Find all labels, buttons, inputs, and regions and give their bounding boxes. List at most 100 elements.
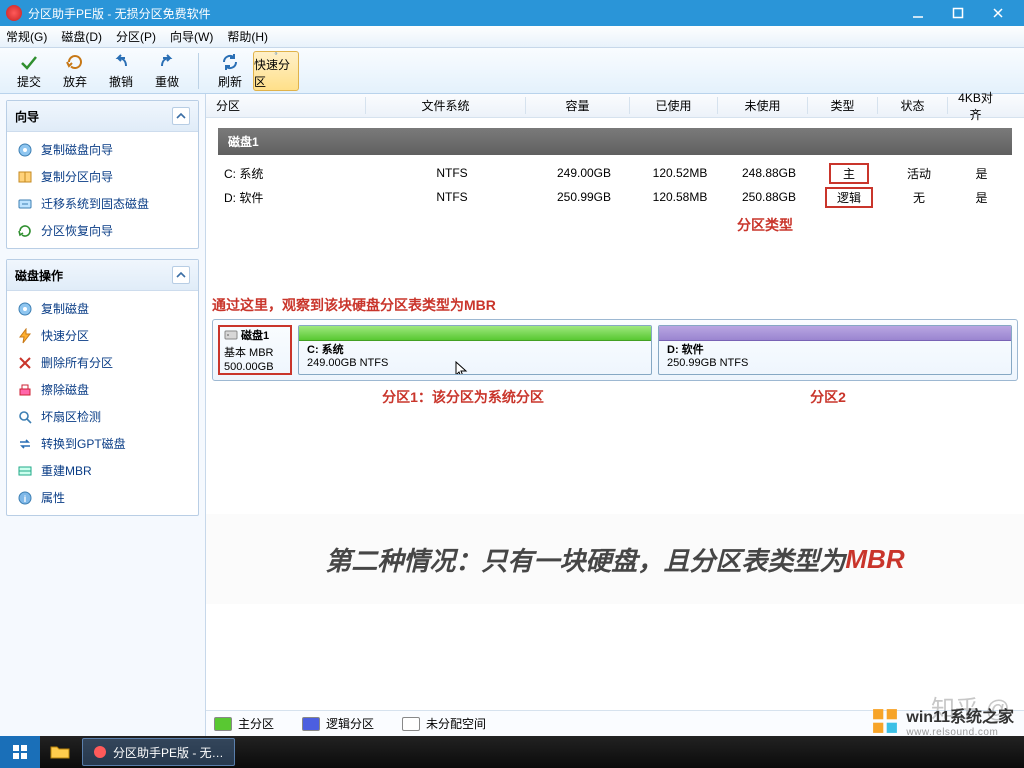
refresh-icon: [220, 52, 240, 72]
chevron-up-icon[interactable]: [172, 107, 190, 125]
table-row[interactable]: D: 软件 NTFS 250.99GB 120.58MB 250.88GB 逻辑…: [212, 185, 1018, 209]
col-state[interactable]: 状态: [878, 97, 948, 114]
partition-block-d[interactable]: D: 软件 250.99GB NTFS: [658, 325, 1012, 375]
recover-icon: [17, 223, 33, 239]
sidebar-item-label: 分区恢复向导: [41, 222, 113, 239]
ssd-icon: [17, 196, 33, 212]
diskops-panel-header[interactable]: 磁盘操作: [7, 260, 198, 291]
wizard-panel: 向导 复制磁盘向导 复制分区向导 迁移系统到固态磁盘 分区恢复向导: [6, 100, 199, 249]
partition-block-c[interactable]: C: 系统 249.00GB NTFS: [298, 325, 652, 375]
banner-text: 第二种情况：只有一块硬盘，且分区表类型为: [325, 541, 845, 578]
menu-wizard[interactable]: 向导(W): [170, 28, 213, 45]
undo-label: 撤销: [109, 73, 133, 90]
col-type[interactable]: 类型: [808, 97, 878, 114]
sidebar-item-properties[interactable]: i属性: [11, 484, 194, 511]
titlebar: 分区助手PE版 - 无损分区免费软件: [0, 0, 1024, 26]
taskbar-app[interactable]: 分区助手PE版 - 无…: [82, 738, 235, 766]
minimize-button[interactable]: [898, 0, 938, 26]
sidebar-item-label: 重建MBR: [41, 462, 92, 479]
cell-state: 活动: [884, 165, 954, 182]
undo-button[interactable]: 撤销: [98, 51, 144, 91]
sidebar-item-migrate-ssd[interactable]: 迁移系统到固态磁盘: [11, 190, 194, 217]
annot-partition-1: 分区1：该分区为系统分区: [288, 387, 638, 407]
sidebar-item-bad-sector[interactable]: 坏扇区检测: [11, 403, 194, 430]
menubar: 常规(G) 磁盘(D) 分区(P) 向导(W) 帮助(H): [0, 26, 1024, 48]
delete-icon: [17, 355, 33, 371]
watermark-site: win11系统之家 www.relsound.com: [868, 703, 1014, 738]
partition-bar: [299, 326, 651, 341]
mbr-icon: [17, 463, 33, 479]
sidebar-item-label: 擦除磁盘: [41, 381, 89, 398]
check-icon: [19, 52, 39, 72]
partition-name: C: 系统: [307, 344, 344, 356]
refresh-button[interactable]: 刷新: [207, 51, 253, 91]
observe-annotation: 通过这里，观察到该块硬盘分区表类型为MBR: [212, 295, 1024, 315]
cell-free: 248.88GB: [724, 166, 814, 180]
discard-label: 放弃: [63, 73, 87, 90]
col-free[interactable]: 未使用: [718, 97, 808, 114]
sidebar-item-copy-disk-wizard[interactable]: 复制磁盘向导: [11, 136, 194, 163]
partition-bar: [659, 326, 1011, 341]
commit-label: 提交: [17, 73, 41, 90]
legend-unalloc: 未分配空间: [402, 715, 486, 732]
chevron-up-icon[interactable]: [172, 266, 190, 284]
menu-disk[interactable]: 磁盘(D): [61, 28, 102, 45]
sidebar-item-label: 删除所有分区: [41, 354, 113, 371]
discard-button[interactable]: 放弃: [52, 51, 98, 91]
sidebar: 向导 复制磁盘向导 复制分区向导 迁移系统到固态磁盘 分区恢复向导 磁盘操作 复…: [0, 94, 206, 736]
cursor-icon: [455, 361, 469, 376]
menu-general[interactable]: 常规(G): [6, 28, 47, 45]
sidebar-item-wipe-disk[interactable]: 擦除磁盘: [11, 376, 194, 403]
col-used[interactable]: 已使用: [630, 97, 718, 114]
start-button[interactable]: [0, 736, 40, 768]
table-row[interactable]: C: 系统 NTFS 249.00GB 120.52MB 248.88GB 主 …: [212, 161, 1018, 185]
quick-partition-icon: [266, 52, 286, 55]
sidebar-item-copy-partition-wizard[interactable]: 复制分区向导: [11, 163, 194, 190]
site-title: win11系统之家: [906, 703, 1014, 727]
col-filesystem[interactable]: 文件系统: [366, 97, 526, 114]
diskops-title: 磁盘操作: [15, 267, 63, 284]
info-banner: 第二种情况：只有一块硬盘，且分区表类型为MBR: [206, 514, 1024, 604]
quick-icon: [17, 328, 33, 344]
cell-partition: C: 系统: [212, 165, 372, 182]
window-title: 分区助手PE版 - 无损分区免费软件: [28, 5, 898, 22]
col-partition[interactable]: 分区: [206, 97, 366, 114]
disk-map: 磁盘1 基本 MBR 500.00GB C: 系统 249.00GB NTFS …: [212, 319, 1018, 381]
quick-partition-button[interactable]: 快速分区: [253, 51, 299, 91]
sidebar-item-quick-partition[interactable]: 快速分区: [11, 322, 194, 349]
explorer-button[interactable]: [40, 736, 80, 768]
menu-help[interactable]: 帮助(H): [227, 28, 268, 45]
svg-text:i: i: [24, 494, 27, 504]
sidebar-item-convert-gpt[interactable]: 转换到GPT磁盘: [11, 430, 194, 457]
toolbar: 提交 放弃 撤销 重做 刷新 快速分区: [0, 48, 1024, 94]
sidebar-item-copy-disk[interactable]: 复制磁盘: [11, 295, 194, 322]
menu-partition[interactable]: 分区(P): [116, 28, 156, 45]
sidebar-item-rebuild-mbr[interactable]: 重建MBR: [11, 457, 194, 484]
partition-copy-icon: [17, 169, 33, 185]
taskbar: 分区助手PE版 - 无…: [0, 736, 1024, 768]
quick-label: 快速分区: [254, 56, 298, 90]
cell-type: 逻辑: [814, 187, 884, 208]
swatch-icon: [214, 717, 232, 731]
disk-sub: 基本 MBR: [224, 344, 286, 360]
sidebar-item-delete-all[interactable]: 删除所有分区: [11, 349, 194, 376]
disk-name: 磁盘1: [241, 327, 269, 343]
close-button[interactable]: [978, 0, 1018, 26]
undo-icon: [111, 52, 131, 72]
cell-cap: 249.00GB: [532, 166, 636, 180]
col-capacity[interactable]: 容量: [526, 97, 630, 114]
commit-button[interactable]: 提交: [6, 51, 52, 91]
sidebar-item-label: 复制分区向导: [41, 168, 113, 185]
redo-button[interactable]: 重做: [144, 51, 190, 91]
disk-group-header[interactable]: 磁盘1: [218, 128, 1012, 155]
sidebar-item-label: 迁移系统到固态磁盘: [41, 195, 149, 212]
cell-type: 主: [814, 163, 884, 184]
wizard-panel-header[interactable]: 向导: [7, 101, 198, 132]
disk-block[interactable]: 磁盘1 基本 MBR 500.00GB: [218, 325, 292, 375]
cell-fs: NTFS: [372, 190, 532, 204]
maximize-button[interactable]: [938, 0, 978, 26]
sidebar-item-recover-partition[interactable]: 分区恢复向导: [11, 217, 194, 244]
content-pane: 分区 文件系统 容量 已使用 未使用 类型 状态 4KB对齐 磁盘1 C: 系统…: [206, 94, 1024, 736]
partition-size: 250.99GB NTFS: [667, 357, 748, 369]
diskops-panel: 磁盘操作 复制磁盘 快速分区 删除所有分区 擦除磁盘 坏扇区检测 转换到GPT磁…: [6, 259, 199, 516]
